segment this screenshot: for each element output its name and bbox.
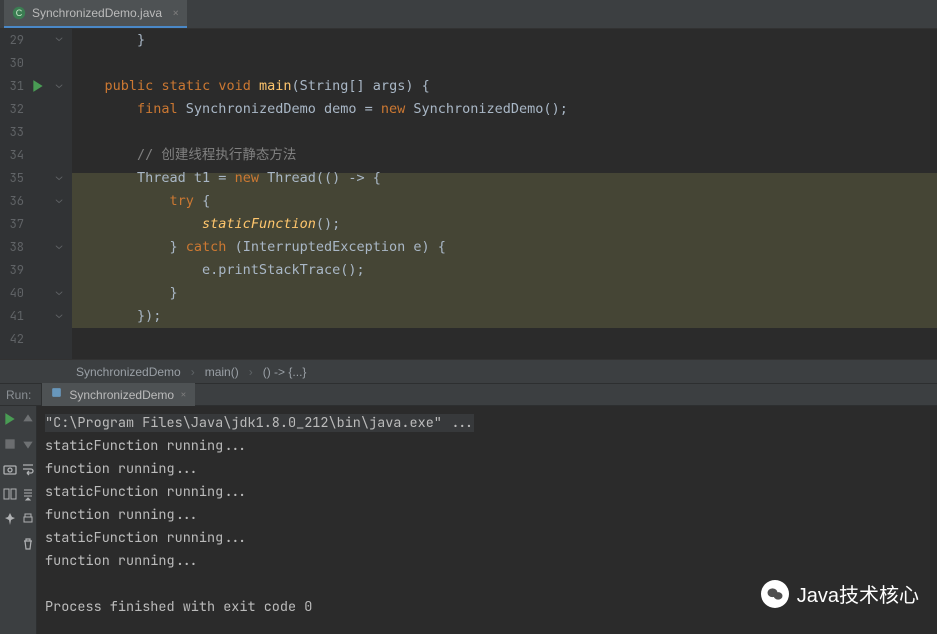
close-run-tab-icon[interactable]: × — [180, 388, 187, 402]
trash-icon[interactable] — [21, 537, 35, 551]
run-config-tab[interactable]: SynchronizedDemo × — [42, 383, 194, 406]
fold-start-icon[interactable]: ⌄ — [53, 194, 65, 206]
rerun-icon[interactable] — [3, 412, 17, 426]
run-label: Run: — [0, 384, 42, 405]
line-number-gutter: 29 30 31 32 33 34 35 36 37 38 39 40 41 4… — [0, 29, 28, 359]
close-tab-icon[interactable]: × — [172, 5, 179, 21]
fold-gutter: ⌄ ⌄ ⌄ ⌄ ⌄ ⌄ ⌄ — [50, 29, 72, 359]
breadcrumb-item[interactable]: main() — [205, 365, 239, 379]
fold-end-icon[interactable]: ⌄ — [53, 309, 65, 321]
fold-start-icon[interactable]: ⌄ — [53, 79, 65, 91]
wechat-icon — [761, 580, 789, 608]
file-tab[interactable]: C SynchronizedDemo.java × — [4, 0, 187, 28]
up-icon[interactable] — [21, 412, 35, 426]
run-line-icon[interactable] — [31, 79, 45, 93]
java-class-icon: C — [12, 6, 26, 20]
watermark: Java技术核心 — [761, 579, 919, 608]
soft-wrap-icon[interactable] — [21, 462, 35, 476]
run-config-icon — [50, 386, 63, 403]
scroll-to-end-icon[interactable] — [21, 487, 35, 501]
down-icon[interactable] — [21, 437, 35, 451]
editor-tabbar: C SynchronizedDemo.java × — [0, 0, 937, 29]
print-icon[interactable] — [21, 512, 35, 526]
breadcrumb-item[interactable]: () -> {...} — [263, 365, 307, 379]
run-toolwindow-header: Run: SynchronizedDemo × — [0, 383, 937, 406]
breadcrumb-item[interactable]: SynchronizedDemo — [76, 365, 181, 379]
chevron-right-icon: › — [191, 365, 195, 379]
fold-start-icon[interactable]: ⌄ — [53, 171, 65, 183]
fold-end-icon[interactable]: ⌄ — [53, 240, 65, 252]
pin-icon[interactable] — [3, 512, 17, 526]
gutter-run-column — [28, 29, 50, 359]
run-toolbar-left2 — [19, 406, 37, 634]
code-editor[interactable]: 29 30 31 32 33 34 35 36 37 38 39 40 41 4… — [0, 29, 937, 359]
breadcrumbs: SynchronizedDemo › main() › () -> {...} — [0, 359, 937, 383]
watermark-text: Java技术核心 — [797, 579, 919, 608]
run-config-name: SynchronizedDemo — [69, 388, 174, 402]
fold-end-icon[interactable]: ⌄ — [53, 32, 65, 44]
fold-end-icon[interactable]: ⌄ — [53, 286, 65, 298]
run-toolbar-left — [0, 406, 19, 634]
svg-text:C: C — [16, 8, 23, 18]
camera-icon[interactable] — [3, 462, 17, 476]
chevron-right-icon: › — [249, 365, 253, 379]
tab-filename: SynchronizedDemo.java — [32, 6, 162, 20]
stop-icon[interactable] — [3, 437, 17, 451]
layout-icon[interactable] — [3, 487, 17, 501]
code-content[interactable]: } public static void main(String[] args)… — [72, 29, 937, 359]
